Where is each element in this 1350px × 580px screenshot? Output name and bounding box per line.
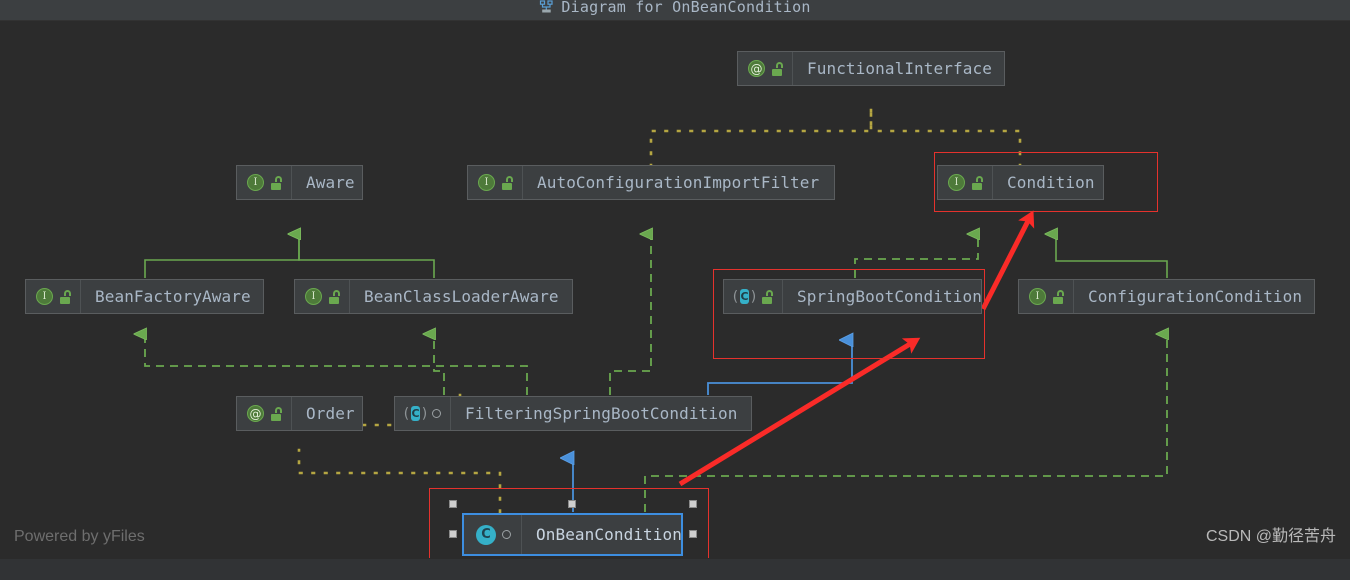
node-order[interactable]: @ Order: [236, 396, 363, 431]
interface-icon: I: [36, 288, 53, 305]
annotation-icon: @: [247, 405, 264, 422]
node-label: Aware: [306, 173, 355, 192]
edge-filteringspringbootcondition-to-beanclassloaderaware: [434, 334, 445, 395]
node-beanclassloaderaware[interactable]: I BeanClassLoaderAware: [294, 279, 573, 314]
lock-icon: [270, 175, 282, 190]
lock-icon: [1052, 289, 1064, 304]
annotation-icon: @: [748, 60, 765, 77]
highlight-rect-springbootcondition: [713, 269, 985, 359]
window-titlebar: Diagram for OnBeanCondition: [0, 0, 1350, 21]
interface-icon: I: [1029, 288, 1046, 305]
node-label: ConfigurationCondition: [1088, 287, 1303, 306]
interface-icon: I: [247, 174, 264, 191]
node-icons: (C): [395, 397, 451, 430]
node-configurationcondition[interactable]: I ConfigurationCondition: [1018, 279, 1315, 314]
node-label: BeanClassLoaderAware: [364, 287, 559, 306]
class-icon: C: [476, 524, 496, 545]
node-icons: @: [237, 397, 292, 430]
resize-handle-n[interactable]: [568, 500, 576, 508]
node-label: OnBeanCondition: [536, 525, 682, 544]
diagram-window: Diagram for OnBeanCondition @ Functional…: [0, 0, 1350, 580]
diagram-canvas[interactable]: @ FunctionalInterface I Aware I AutoConf…: [0, 21, 1350, 558]
lock-icon: [501, 175, 513, 190]
lock-icon: [328, 289, 340, 304]
node-icons: I: [1019, 280, 1074, 313]
node-aware[interactable]: I Aware: [236, 165, 363, 200]
lock-icon: [771, 61, 783, 76]
resize-handle-w[interactable]: [449, 530, 457, 538]
visibility-dot-icon: [432, 409, 441, 418]
node-autoconfigurationimportfilter[interactable]: I AutoConfigurationImportFilter: [467, 165, 835, 200]
resize-handle-e[interactable]: [689, 530, 697, 538]
lock-icon: [270, 406, 282, 421]
window-title: Diagram for OnBeanCondition: [561, 0, 811, 16]
interface-icon: I: [305, 288, 322, 305]
abstract-class-icon: (C): [402, 405, 429, 422]
highlight-rect-condition: [934, 152, 1158, 212]
edge-beanclassloaderaware-to-aware: [299, 234, 435, 278]
edge-beanfactoryaware-to-aware: [144, 234, 299, 278]
node-filteringspringbootcondition[interactable]: (C) FilteringSpringBootCondition: [394, 396, 752, 431]
node-beanfactoryaware[interactable]: I BeanFactoryAware: [25, 279, 264, 314]
node-label: AutoConfigurationImportFilter: [537, 173, 820, 192]
visibility-dot-icon: [502, 530, 511, 539]
node-onbeancondition[interactable]: C OnBeanCondition: [462, 513, 683, 556]
node-label: FilteringSpringBootCondition: [465, 404, 738, 423]
resize-handle-ne[interactable]: [689, 500, 697, 508]
lock-icon: [59, 289, 71, 304]
edge-filteringspringbootcondition-to-autoconfigurationimportfilter: [609, 234, 651, 395]
node-label: FunctionalInterface: [807, 59, 992, 78]
node-functionalinterface[interactable]: @ FunctionalInterface: [737, 51, 1005, 86]
node-icons: I: [26, 280, 81, 313]
powered-by-label: Powered by yFiles: [14, 528, 145, 545]
edge-filteringspringbootcondition-to-beanfactoryaware: [145, 334, 528, 395]
edge-configurationcondition-to-condition: [1056, 234, 1168, 278]
node-icons: I: [237, 166, 292, 199]
node-icons: @: [738, 52, 793, 85]
csdn-watermark: CSDN @勤径苦舟: [1205, 528, 1336, 545]
node-label: Order: [306, 404, 355, 423]
interface-icon: I: [478, 174, 495, 191]
diagram-icon: [539, 0, 554, 15]
node-icons: I: [295, 280, 350, 313]
node-icons: I: [468, 166, 523, 199]
resize-handle-nw[interactable]: [449, 500, 457, 508]
node-icons: C: [464, 515, 522, 554]
node-label: BeanFactoryAware: [95, 287, 251, 306]
bottom-status-bar: [0, 558, 1350, 580]
